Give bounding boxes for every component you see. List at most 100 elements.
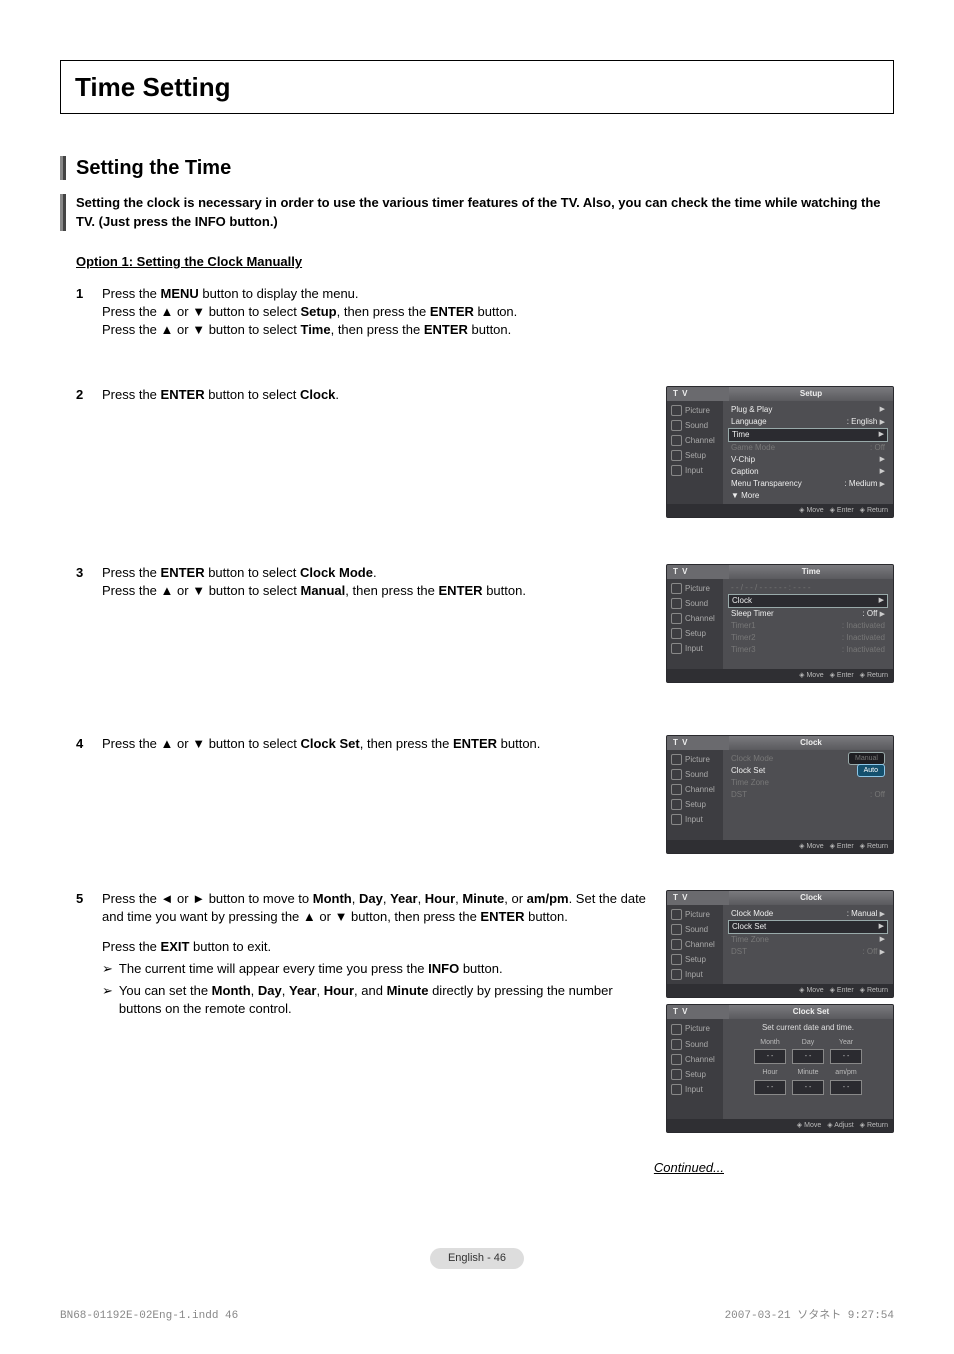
option-auto[interactable]: Auto [857,764,885,777]
hint-move: Move [799,840,823,853]
osd-tab-picture[interactable]: Picture [667,752,723,767]
step-number: 5 [76,890,102,908]
osd-tab-sound[interactable]: Sound [667,418,723,433]
osd-row-sleep-timer[interactable]: Sleep Timer: Off ▶ [728,608,888,620]
picture-icon [671,754,682,765]
osd-current-time: - - / - - / - - - - - - : - - - - [728,582,888,594]
osd-row-clock[interactable]: Clock▶ [728,594,888,608]
note-2: ➢ You can set the Month, Day, Year, Hour… [102,982,656,1018]
osd-tab-channel[interactable]: Channel [667,937,723,952]
label: Channel [685,435,715,446]
osd-tab-setup[interactable]: Setup [667,952,723,967]
text: , and [354,983,387,998]
section-accent-bar [60,156,66,180]
osd-tab-picture[interactable]: Picture [667,1021,723,1036]
chevron-right-icon: ▶ [880,455,885,465]
step-body: Press the ENTER button to select Clock M… [102,564,666,600]
osd-row-caption[interactable]: Caption▶ [728,466,888,478]
key-exit: EXIT [161,939,190,954]
input-minute[interactable]: - - [792,1080,824,1095]
input-ampm[interactable]: - - [830,1080,862,1095]
osd-tab-setup[interactable]: Setup [667,448,723,463]
field-day: Day [359,891,383,906]
label-ampm: am/pm [830,1068,862,1078]
osd-row-timer3[interactable]: Timer3: Inactivated [728,644,888,656]
hint-enter: Enter [830,840,854,853]
down-icon: ▼ [335,909,348,924]
osd-title: Clock [729,891,893,905]
note-arrow-icon: ➢ [102,982,113,1018]
chevron-right-icon: ▶ [879,430,884,440]
osd-tab-input[interactable]: Input [667,967,723,982]
text: Press the [102,939,161,954]
osd-row-clock-set[interactable]: Clock Set▶ [728,920,888,934]
left-icon: ◄ [161,891,174,906]
hint-enter: Enter [830,984,854,997]
osd-row-clock-mode[interactable]: Clock Mode: Manual ▶ [728,908,888,920]
osd-row-dst[interactable]: DST: Off [728,789,888,801]
text: button. [524,909,567,924]
label-hour: Hour [754,1068,786,1078]
osd-row-game-mode[interactable]: Game Mode: Off [728,442,888,454]
osd-tab-picture[interactable]: Picture [667,403,723,418]
up-icon: ▲ [161,736,174,751]
hint-adjust: Adjust [827,1119,853,1132]
label: Sound [685,420,708,431]
osd-row-time[interactable]: Time▶ [728,428,888,442]
osd-tab-sound[interactable]: Sound [667,596,723,611]
osd-row-dst[interactable]: DST: Off ▶ [728,946,888,958]
hint-move: Move [797,1119,821,1132]
osd-tab-setup[interactable]: Setup [667,626,723,641]
osd-row-time-zone[interactable]: Time Zone [728,777,888,789]
osd-clock-set-menu: T V Clock Set Picture Sound Channel Setu… [666,1004,894,1133]
osd-left-tabs: Picture Sound Channel Setup Input [667,401,723,504]
osd-tab-channel[interactable]: Channel [667,611,723,626]
osd-tab-sound[interactable]: Sound [667,922,723,937]
menu-item-clock-mode: Clock Mode [300,565,373,580]
text: Press the [102,387,161,402]
osd-tab-input[interactable]: Input [667,812,723,827]
osd-tab-channel[interactable]: Channel [667,1052,723,1067]
osd-tab-setup[interactable]: Setup [667,1067,723,1082]
picture-icon [671,583,682,594]
osd-row-more[interactable]: ▼ More [728,490,888,502]
osd-clock-menu: T V Clock Picture Sound Channel Setup In… [666,890,894,999]
text: , then press the [331,322,424,337]
input-day[interactable]: - - [792,1049,824,1064]
text: button to select [205,304,300,319]
clock-set-headers-1: Month Day Year [728,1038,888,1048]
osd-row-clock-mode[interactable]: Clock Mode Manual [728,753,888,765]
osd-row-clock-set[interactable]: Clock Set Auto [728,765,888,777]
osd-row-language[interactable]: Language: English ▶ [728,416,888,428]
osd-row-menu-transparency[interactable]: Menu Transparency: Medium ▶ [728,478,888,490]
osd-row-timer1[interactable]: Timer1: Inactivated [728,620,888,632]
step-body: Press the ▲ or ▼ button to select Clock … [102,735,666,753]
osd-tab-sound[interactable]: Sound [667,1037,723,1052]
input-year[interactable]: - - [830,1049,862,1064]
field-minute: Minute [387,983,429,998]
osd-tab-input[interactable]: Input [667,1082,723,1097]
step-3: 3 Press the ENTER button to select Clock… [76,564,894,689]
clock-set-headers-2: Hour Minute am/pm [728,1068,888,1078]
osd-title: Clock [729,736,893,750]
field-year: Year [390,891,417,906]
input-hour[interactable]: - - [754,1080,786,1095]
osd-tab-setup[interactable]: Setup [667,797,723,812]
osd-row-time-zone[interactable]: Time Zone▶ [728,934,888,946]
step-body: Press the ENTER button to select Clock. [102,386,666,404]
input-month[interactable]: - - [754,1049,786,1064]
osd-tab-input[interactable]: Input [667,641,723,656]
text: button to select [205,565,300,580]
osd-row-vchip[interactable]: V-Chip▶ [728,454,888,466]
text: or [173,304,192,319]
osd-tab-input[interactable]: Input [667,463,723,478]
osd-tab-channel[interactable]: Channel [667,782,723,797]
osd-row-timer2[interactable]: Timer2: Inactivated [728,632,888,644]
osd-tab-picture[interactable]: Picture [667,581,723,596]
hint-return: Return [860,840,888,853]
osd-tab-sound[interactable]: Sound [667,767,723,782]
osd-row-plug-play[interactable]: Plug & Play▶ [728,404,888,416]
text: , then press the [345,583,438,598]
osd-tab-channel[interactable]: Channel [667,433,723,448]
osd-tab-picture[interactable]: Picture [667,907,723,922]
